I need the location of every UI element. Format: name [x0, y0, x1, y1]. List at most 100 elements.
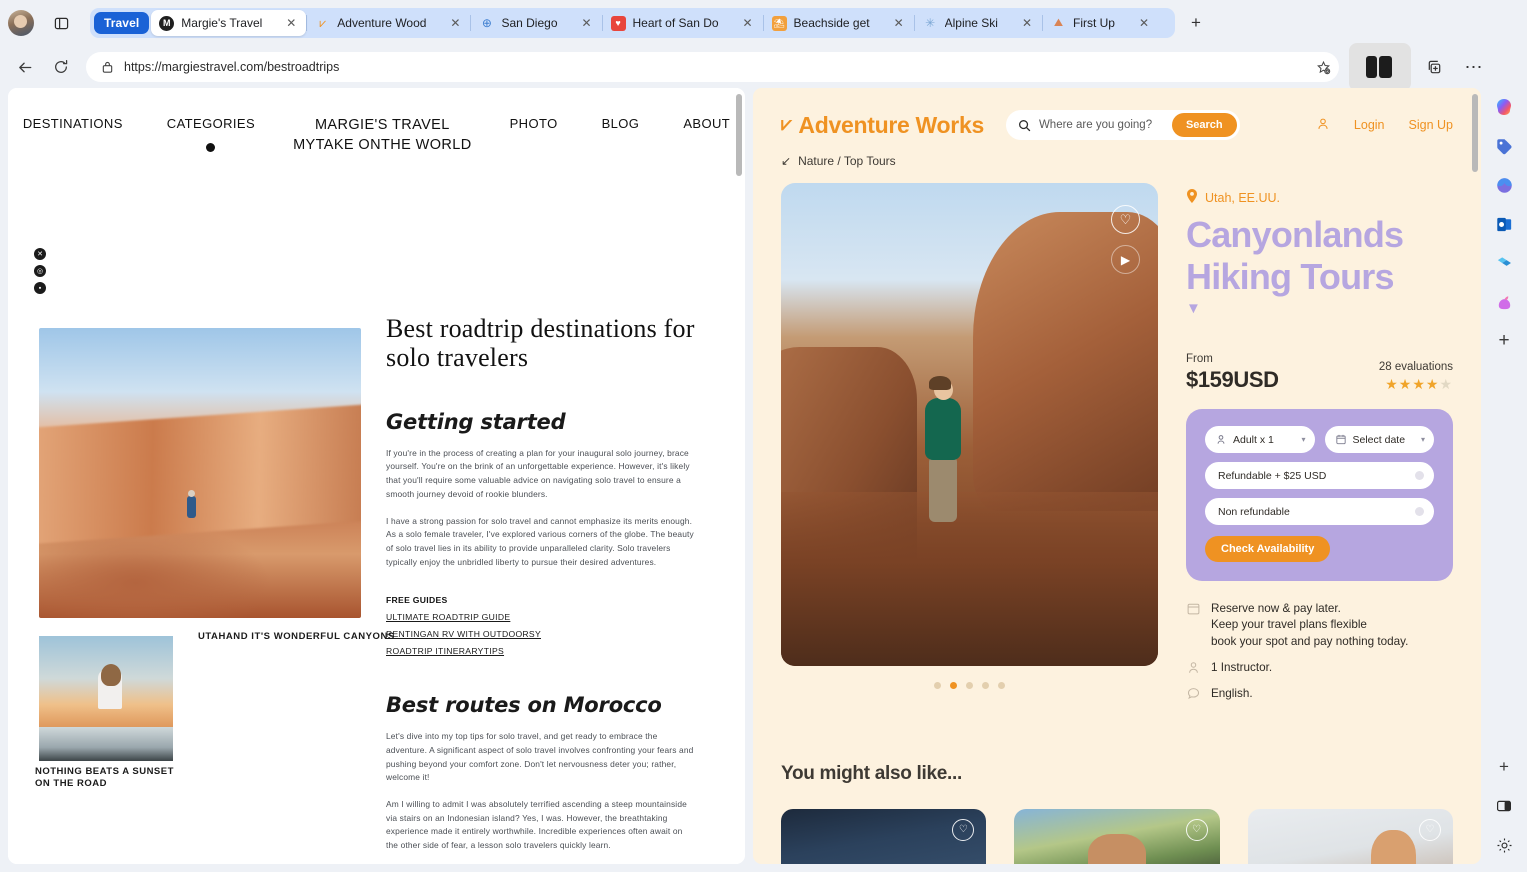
social-youtube-icon[interactable]: ▪: [34, 282, 46, 294]
chevron-down-icon[interactable]: ▾: [1421, 435, 1425, 444]
site-info-icon[interactable]: [99, 59, 115, 75]
tab-close-icon[interactable]: ✕: [891, 15, 907, 31]
price-from-label: From: [1186, 353, 1279, 365]
login-link[interactable]: Login: [1354, 118, 1385, 132]
address-bar-row: https://margiestravel.com/bestroadtrips …: [0, 46, 1527, 88]
address-bar[interactable]: https://margiestravel.com/bestroadtrips: [86, 52, 1339, 82]
search-icon: [1018, 119, 1031, 132]
tab-alpine-ski[interactable]: ✳ Alpine Ski ✕: [915, 10, 1042, 36]
breadcrumb-back-icon[interactable]: ↙: [781, 154, 791, 168]
settings-gear-icon[interactable]: [1491, 832, 1517, 858]
social-instagram-icon[interactable]: ◎: [34, 265, 46, 277]
outlook-icon[interactable]: [1491, 211, 1517, 237]
tour-location: Utah, EE.UU.: [1186, 189, 1453, 206]
tab-close-icon[interactable]: ✕: [447, 15, 463, 31]
back-button[interactable]: [10, 52, 40, 82]
radio-button-icon[interactable]: [1415, 471, 1424, 480]
add-icon[interactable]: +: [1491, 754, 1517, 780]
carousel-dot[interactable]: [934, 682, 941, 689]
tab-label: Beachside get: [794, 16, 870, 30]
copilot-icon[interactable]: [1491, 94, 1517, 120]
favorite-heart-icon[interactable]: ♡: [1186, 819, 1208, 841]
note-reserve-now: Reserve now & pay later. Keep your trave…: [1186, 601, 1453, 650]
search-button[interactable]: Search: [1172, 113, 1237, 137]
scrollbar-thumb[interactable]: [1472, 94, 1478, 172]
signup-link[interactable]: Sign Up: [1409, 118, 1453, 132]
tab-actions-icon[interactable]: [46, 8, 76, 38]
guide-link-renting-rv[interactable]: RENTINGAN RV WITH OUTDOORSY: [386, 629, 696, 639]
favorite-heart-icon[interactable]: ♡: [1111, 205, 1140, 234]
date-select[interactable]: Select date ▾: [1325, 426, 1435, 453]
sidebar-toggle-icon[interactable]: [1491, 793, 1517, 819]
nav-item-categories[interactable]: CATEGORIES: [145, 116, 277, 152]
nav-item-blog[interactable]: BLOG: [580, 116, 662, 131]
brand-logo[interactable]: ⩗ Adventure Works: [781, 112, 984, 139]
tab-label: Heart of San Do: [633, 16, 719, 30]
guide-link-ultimate-roadtrip[interactable]: ULTIMATE ROADTRIP GUIDE: [386, 612, 696, 622]
carousel-dot[interactable]: [966, 682, 973, 689]
speech-bubble-icon: [1186, 686, 1200, 700]
tab-close-icon[interactable]: ✕: [1019, 15, 1035, 31]
add-icon[interactable]: +: [1491, 328, 1517, 354]
option-refundable[interactable]: Refundable + $25 USD: [1205, 462, 1434, 489]
margies-travel-page: DESTINATIONS CATEGORIES MARGIE'S TRAVEL …: [8, 88, 745, 864]
favorite-star-icon[interactable]: [1315, 59, 1331, 75]
tab-heart-of-san-do[interactable]: ♥ Heart of San Do ✕: [603, 10, 763, 36]
tab-beachside-get[interactable]: ⛱ Beachside get ✕: [764, 10, 914, 36]
nav-item-photo[interactable]: PHOTO: [488, 116, 580, 131]
option-non-refundable[interactable]: Non refundable: [1205, 498, 1434, 525]
new-tab-button[interactable]: +: [1183, 10, 1209, 36]
collections-button[interactable]: [1417, 50, 1451, 84]
recommendation-card-road-trip[interactable]: ♡: [1014, 809, 1219, 864]
radio-button-icon[interactable]: [1415, 507, 1424, 516]
tab-margies-travel[interactable]: M Margie's Travel ✕: [151, 10, 306, 36]
office-icon[interactable]: [1491, 172, 1517, 198]
more-options-button[interactable]: ⋯: [1457, 50, 1491, 84]
tab-close-icon[interactable]: ✕: [283, 15, 299, 31]
gaming-icon[interactable]: [1491, 289, 1517, 315]
favorite-heart-icon[interactable]: ♡: [1419, 819, 1441, 841]
shopping-tag-icon[interactable]: [1491, 133, 1517, 159]
location-pin-icon: [1186, 189, 1198, 206]
tab-first-up[interactable]: ⛰ First Up ✕: [1043, 10, 1159, 36]
profile-avatar[interactable]: [8, 10, 34, 36]
split-screen-button[interactable]: [1349, 43, 1411, 91]
nav-item-destinations[interactable]: DESTINATIONS: [8, 116, 145, 131]
tab-group-label[interactable]: Travel: [94, 12, 149, 34]
guests-select[interactable]: Adult x 1 ▾: [1205, 426, 1315, 453]
recommendation-card-night-canyon[interactable]: ♡: [781, 809, 986, 864]
user-account-icon[interactable]: [1316, 117, 1330, 134]
globe-icon: ⊕: [479, 16, 494, 31]
site-brand[interactable]: MARGIE'S TRAVEL MYTAKE ONTHE WORLD: [277, 116, 488, 155]
nav-item-about[interactable]: ABOUT: [661, 116, 745, 131]
hero-gallery: ♡ ▶: [781, 183, 1158, 713]
search-input[interactable]: [1039, 119, 1164, 131]
brand-name: Adventure Works: [798, 112, 984, 139]
social-x-icon[interactable]: ✕: [34, 248, 46, 260]
expand-caret-icon[interactable]: ▼: [1186, 300, 1453, 317]
note-text: Reserve now & pay later. Keep your trave…: [1211, 601, 1408, 650]
hero-hiker-figure: [917, 376, 971, 536]
reload-button[interactable]: [46, 52, 76, 82]
left-pane-scrollbar[interactable]: [735, 92, 743, 860]
play-video-icon[interactable]: ▶: [1111, 245, 1140, 274]
dropbox-icon[interactable]: [1491, 250, 1517, 276]
favorite-heart-icon[interactable]: ♡: [952, 819, 974, 841]
tab-close-icon[interactable]: ✕: [579, 15, 595, 31]
guide-link-itinerary-tips[interactable]: ROADTRIP ITINERARYTIPS: [386, 646, 696, 656]
tab-close-icon[interactable]: ✕: [740, 15, 756, 31]
recommendation-card-smiling-woman[interactable]: ♡: [1248, 809, 1453, 864]
chevron-down-icon[interactable]: ▾: [1301, 435, 1305, 444]
tab-close-icon[interactable]: ✕: [1136, 15, 1152, 31]
tab-adventure-wood[interactable]: ⩗ Adventure Wood ✕: [307, 10, 470, 36]
breadcrumb-text[interactable]: Nature / Top Tours: [798, 154, 896, 168]
carousel-dot[interactable]: [998, 682, 1005, 689]
carousel-dot[interactable]: [982, 682, 989, 689]
right-pane-scrollbar[interactable]: [1471, 92, 1479, 860]
tab-san-diego[interactable]: ⊕ San Diego ✕: [471, 10, 601, 36]
carousel-dot-active[interactable]: [950, 682, 957, 689]
search-bar[interactable]: Search: [1006, 110, 1240, 140]
check-availability-button[interactable]: Check Availability: [1205, 536, 1330, 562]
scrollbar-thumb[interactable]: [736, 94, 742, 176]
hero-image-hiker[interactable]: ♡ ▶: [781, 183, 1158, 666]
